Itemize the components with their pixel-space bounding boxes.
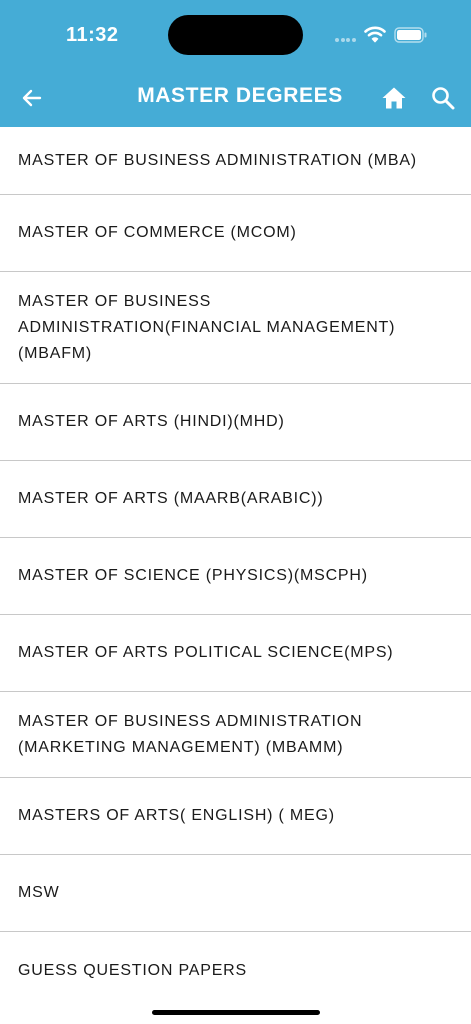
wifi-icon	[364, 26, 386, 43]
status-bar: 11:32	[0, 0, 471, 70]
search-button[interactable]	[425, 80, 461, 116]
back-button[interactable]	[12, 78, 52, 118]
list-item-mbafm[interactable]: MASTER OF BUSINESS ADMINISTRATION(FINANC…	[0, 272, 471, 384]
page-title: MASTER DEGREES	[137, 84, 343, 107]
list-item-label: MASTERS OF ARTS( ENGLISH) ( MEG)	[18, 807, 335, 824]
list-item-label: MASTER OF BUSINESS ADMINISTRATION (MBA)	[18, 151, 417, 169]
app-header: 11:32 MASTER DEGREES	[0, 0, 471, 127]
list-item-label: MASTER OF SCIENCE (PHYSICS)(MSCPH)	[18, 567, 368, 584]
list-item-label: GUESS QUESTION PAPERS	[18, 962, 247, 979]
list-item-label: MASTER OF ARTS (MAARB(ARABIC))	[18, 490, 324, 507]
list-item-maarb[interactable]: MASTER OF ARTS (MAARB(ARABIC))	[0, 461, 471, 538]
list-item-mhd[interactable]: MASTER OF ARTS (HINDI)(MHD)	[0, 384, 471, 461]
list-item-guess-question-papers[interactable]: GUESS QUESTION PAPERS	[0, 932, 471, 1010]
home-icon	[382, 87, 406, 109]
list-item-label: MASTER OF BUSINESS ADMINISTRATION (MARKE…	[18, 712, 363, 756]
cellular-signal-icon	[335, 38, 357, 42]
battery-icon	[394, 27, 427, 43]
toolbar: MASTER DEGREES	[0, 72, 471, 124]
list-item-mba[interactable]: MASTER OF BUSINESS ADMINISTRATION (MBA)	[0, 127, 471, 195]
list-item-label: MSW	[18, 884, 60, 901]
list-item-msw[interactable]: MSW	[0, 855, 471, 932]
home-indicator	[152, 1010, 320, 1015]
screen: 11:32 MASTER DEGREES MASTER OF BUSINESS …	[0, 0, 471, 1024]
arrow-left-icon	[22, 89, 42, 107]
list-item-label: MASTER OF ARTS (HINDI)(MHD)	[18, 413, 285, 430]
list-item-label: MASTER OF COMMERCE (MCOM)	[18, 224, 297, 241]
list-item-mps[interactable]: MASTER OF ARTS POLITICAL SCIENCE(MPS)	[0, 615, 471, 692]
list-item-label: MASTER OF BUSINESS ADMINISTRATION(FINANC…	[18, 292, 396, 362]
list-item-label: MASTER OF ARTS POLITICAL SCIENCE(MPS)	[18, 644, 394, 661]
list-item-meg[interactable]: MASTERS OF ARTS( ENGLISH) ( MEG)	[0, 778, 471, 855]
list-item-mbamm[interactable]: MASTER OF BUSINESS ADMINISTRATION (MARKE…	[0, 692, 471, 778]
list-item-mscph[interactable]: MASTER OF SCIENCE (PHYSICS)(MSCPH)	[0, 538, 471, 615]
list-item-mcom[interactable]: MASTER OF COMMERCE (MCOM)	[0, 195, 471, 272]
search-icon	[432, 87, 455, 110]
dynamic-island	[168, 15, 303, 55]
home-button[interactable]	[376, 80, 412, 116]
status-time: 11:32	[66, 24, 119, 46]
degree-list: MASTER OF BUSINESS ADMINISTRATION (MBA) …	[0, 127, 471, 1010]
